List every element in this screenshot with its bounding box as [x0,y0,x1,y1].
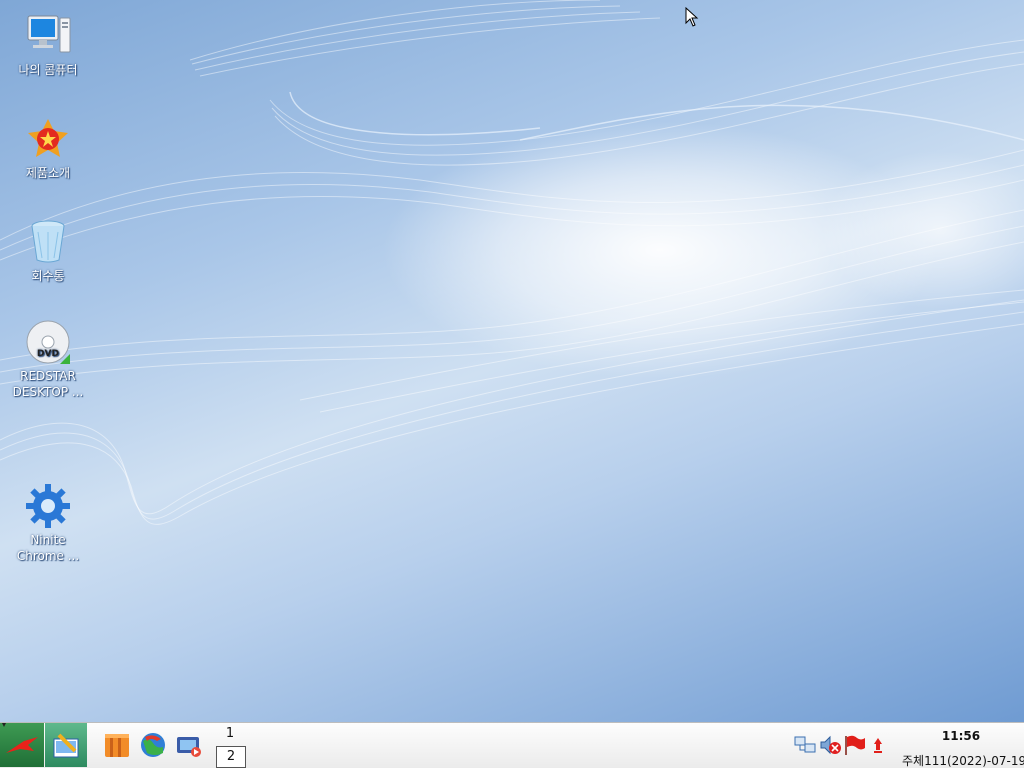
browser-launcher[interactable] [139,731,167,759]
computer-icon [24,12,72,60]
office-icon [105,734,129,757]
product-intro-icon [24,115,72,163]
desktop-icon-label: 회수통 [31,269,65,283]
clock-date[interactable]: 주체111(2022)-07-19 [902,752,1024,769]
dvd-icon: DVD [24,318,72,366]
workspace-1[interactable]: 1 [216,724,244,744]
desktop-icon-redstar-desktop[interactable]: DVD REDSTAR DESKTOP ... [2,318,94,400]
globe-icon [141,733,165,757]
clock-time[interactable]: 11:56 [930,729,992,743]
start-menu-button[interactable] [0,723,44,767]
update-notifier-icon[interactable] [869,734,893,756]
volume-muted-icon[interactable] [819,734,843,756]
desktop-icon-label: Ninite Chrome ... [16,533,80,563]
recycle-bin-icon [24,218,72,266]
desktop-icon-label: 나의 콤퓨터 [18,63,78,77]
desktop-icon-recycle-bin[interactable]: 회수통 [2,218,94,284]
desktop-icon-product-intro[interactable]: 제품소개 [2,115,94,181]
red-star-icon [2,723,38,753]
workspace-2[interactable]: 2 [216,746,246,768]
show-desktop-button[interactable] [45,723,87,767]
gear-icon [24,482,72,530]
flag-icon[interactable] [843,734,867,756]
desktop-icon-label: REDSTAR DESKTOP ... [12,369,84,399]
desktop-icon-ninite-chrome[interactable]: Ninite Chrome ... [2,482,94,564]
office-launcher[interactable] [103,731,131,759]
svg-text:DVD: DVD [37,349,59,359]
show-desktop-icon [53,733,79,758]
workspace-pager: 1 2 [216,723,246,768]
media-player-icon [177,737,201,757]
desktop-icon-my-computer[interactable]: 나의 콤퓨터 [2,12,94,78]
media-launcher[interactable] [174,731,202,759]
network-icon[interactable] [793,734,817,756]
mouse-pointer-icon [685,7,699,27]
desktop-background: 나의 콤퓨터 제품소개 회수통 DVD REDSTAR DESKTOP ... … [0,0,1024,722]
desktop-icon-label: 제품소개 [25,166,71,180]
wallpaper-waves [0,0,1024,525]
